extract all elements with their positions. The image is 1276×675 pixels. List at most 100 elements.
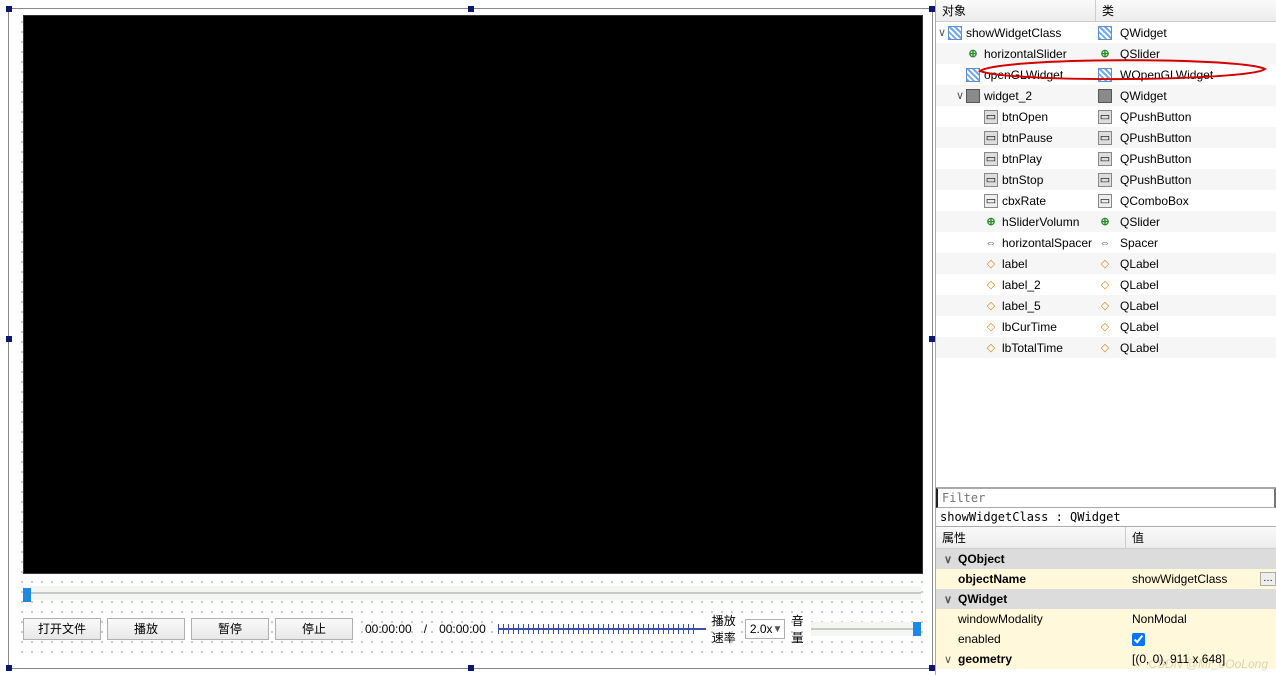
resize-handle[interactable] [929, 336, 935, 342]
slider-icon: ⊕ [984, 215, 998, 229]
expander-icon[interactable]: ∨ [954, 89, 966, 102]
tree-row[interactable]: ▭btnStop▭QPushButton [936, 169, 1276, 190]
property-group-qobject[interactable]: ∨QObject [936, 549, 1276, 569]
inspector-panel: 对象 类 ∨showWidgetClassQWidget⊕horizontalS… [935, 0, 1276, 675]
button-icon: ▭ [984, 152, 998, 166]
controls-bar: 打开文件 播放 暂停 停止 00:00:00 / 00:00:00 播放速率 2… [23, 617, 921, 641]
object-tree[interactable]: 对象 类 ∨showWidgetClassQWidget⊕horizontalS… [936, 0, 1276, 488]
tree-header-class[interactable]: 类 [1096, 0, 1276, 21]
resize-handle[interactable] [6, 6, 12, 12]
resize-handle[interactable] [6, 336, 12, 342]
opengl-video-widget[interactable] [23, 15, 923, 574]
property-row-objectname[interactable]: objectName showWidgetClass… [936, 569, 1276, 589]
chevron-down-icon: ∨ [942, 593, 954, 606]
object-name: showWidgetClass [966, 26, 1061, 40]
chevron-down-icon: ∨ [942, 553, 954, 566]
resize-handle[interactable] [468, 6, 474, 12]
edit-button[interactable]: … [1260, 572, 1276, 586]
layout-icon [966, 89, 980, 103]
tree-row[interactable]: ⇔horizontalSpacer⇔Spacer [936, 232, 1276, 253]
form-widget[interactable]: 打开文件 播放 暂停 停止 00:00:00 / 00:00:00 播放速率 2… [8, 8, 933, 669]
property-group-qwidget[interactable]: ∨QWidget [936, 589, 1276, 609]
property-header-name[interactable]: 属性 [936, 527, 1126, 548]
class-name: QSlider [1120, 215, 1160, 229]
button-icon: ▭ [984, 173, 998, 187]
object-name: cbxRate [1002, 194, 1046, 208]
class-name: QSlider [1120, 47, 1160, 61]
tree-row[interactable]: ∨ showWidgetClass QWidget [936, 22, 1276, 43]
widget-icon [1098, 68, 1112, 82]
resize-handle[interactable] [929, 6, 935, 12]
stop-button[interactable]: 停止 [275, 618, 353, 640]
property-row-geometry[interactable]: ∨geometry [(0, 0), 911 x 648] [936, 649, 1276, 669]
volume-label: 音量 [791, 612, 805, 646]
label-icon: ◇ [1098, 320, 1112, 334]
property-filter-input[interactable] [936, 488, 1276, 508]
class-name: QPushButton [1120, 110, 1191, 124]
resize-handle[interactable] [6, 665, 12, 671]
label-icon: ◇ [1098, 257, 1112, 271]
open-file-button[interactable]: 打开文件 [23, 618, 101, 640]
tree-row[interactable]: ⊕horizontalSlider⊕QSlider [936, 43, 1276, 64]
tree-row[interactable]: ◇lbCurTime◇QLabel [936, 316, 1276, 337]
rate-ticks[interactable] [498, 621, 706, 637]
property-row-enabled[interactable]: enabled [936, 629, 1276, 649]
class-name: Spacer [1120, 236, 1158, 250]
designer-canvas[interactable]: 打开文件 播放 暂停 停止 00:00:00 / 00:00:00 播放速率 2… [0, 0, 935, 675]
tree-row[interactable]: ∨widget_2QWidget [936, 85, 1276, 106]
class-name: WOpenGLWidget [1120, 68, 1213, 82]
rate-combo[interactable]: 2.0x ▼ [745, 619, 786, 639]
tree-header-object[interactable]: 对象 [936, 0, 1096, 21]
button-icon: ▭ [1098, 173, 1112, 187]
resize-handle[interactable] [468, 665, 474, 671]
play-button[interactable]: 播放 [107, 618, 185, 640]
label-icon: ◇ [1098, 278, 1112, 292]
class-name: QPushButton [1120, 173, 1191, 187]
class-name: QComboBox [1120, 194, 1189, 208]
tree-row[interactable]: ▭cbxRate▭QComboBox [936, 190, 1276, 211]
tree-row[interactable]: ◇label_2◇QLabel [936, 274, 1276, 295]
object-name: label_5 [1002, 299, 1041, 313]
slider-handle[interactable] [913, 622, 921, 636]
tree-row[interactable]: ◇lbTotalTime◇QLabel [936, 337, 1276, 358]
tree-row[interactable]: ◇ label ◇ QLabel [936, 253, 1276, 274]
tree-row[interactable]: ▭ btnPause ▭ QPushButton [936, 127, 1276, 148]
tree-row[interactable]: ◇label_5◇QLabel [936, 295, 1276, 316]
object-name: btnPause [1002, 131, 1053, 145]
class-name: QLabel [1120, 257, 1159, 271]
property-breadcrumb: showWidgetClass : QWidget [936, 508, 1276, 527]
class-name: QPushButton [1120, 131, 1191, 145]
button-icon: ▭ [984, 131, 998, 145]
label-icon: ◇ [984, 278, 998, 292]
rate-value: 2.0x [750, 622, 773, 636]
object-name: widget_2 [984, 89, 1032, 103]
property-header-value[interactable]: 值 [1126, 527, 1150, 548]
class-name: QWidget [1120, 26, 1167, 40]
object-name: lbTotalTime [1002, 341, 1063, 355]
layout-icon [1098, 89, 1112, 103]
horizontal-slider[interactable] [23, 586, 921, 600]
pause-button[interactable]: 暂停 [191, 618, 269, 640]
label-icon: ◇ [984, 320, 998, 334]
tree-row[interactable]: openGLWidgetWOpenGLWidget [936, 64, 1276, 85]
expander-icon[interactable]: ∨ [936, 26, 948, 39]
rate-label: 播放速率 [712, 612, 739, 646]
volume-slider[interactable] [811, 622, 921, 636]
class-name: QLabel [1120, 299, 1159, 313]
resize-handle[interactable] [929, 665, 935, 671]
label-icon: ◇ [984, 257, 998, 271]
button-icon: ▭ [1098, 110, 1112, 124]
class-name: QPushButton [1120, 152, 1191, 166]
slider-handle[interactable] [23, 588, 31, 602]
label-icon: ◇ [984, 341, 998, 355]
tree-row[interactable]: ⊕hSliderVolumn⊕QSlider [936, 211, 1276, 232]
property-row-windowmodality[interactable]: windowModality NonModal [936, 609, 1276, 629]
tree-row[interactable]: ▭btnPlay▭QPushButton [936, 148, 1276, 169]
label-icon: ◇ [1098, 299, 1112, 313]
enabled-checkbox[interactable] [1132, 633, 1145, 646]
button-icon: ▭ [1098, 131, 1112, 145]
object-name: label [1002, 257, 1027, 271]
object-name: horizontalSlider [984, 47, 1067, 61]
tree-row[interactable]: ▭btnOpen▭QPushButton [936, 106, 1276, 127]
combo-icon: ▭ [984, 194, 998, 208]
